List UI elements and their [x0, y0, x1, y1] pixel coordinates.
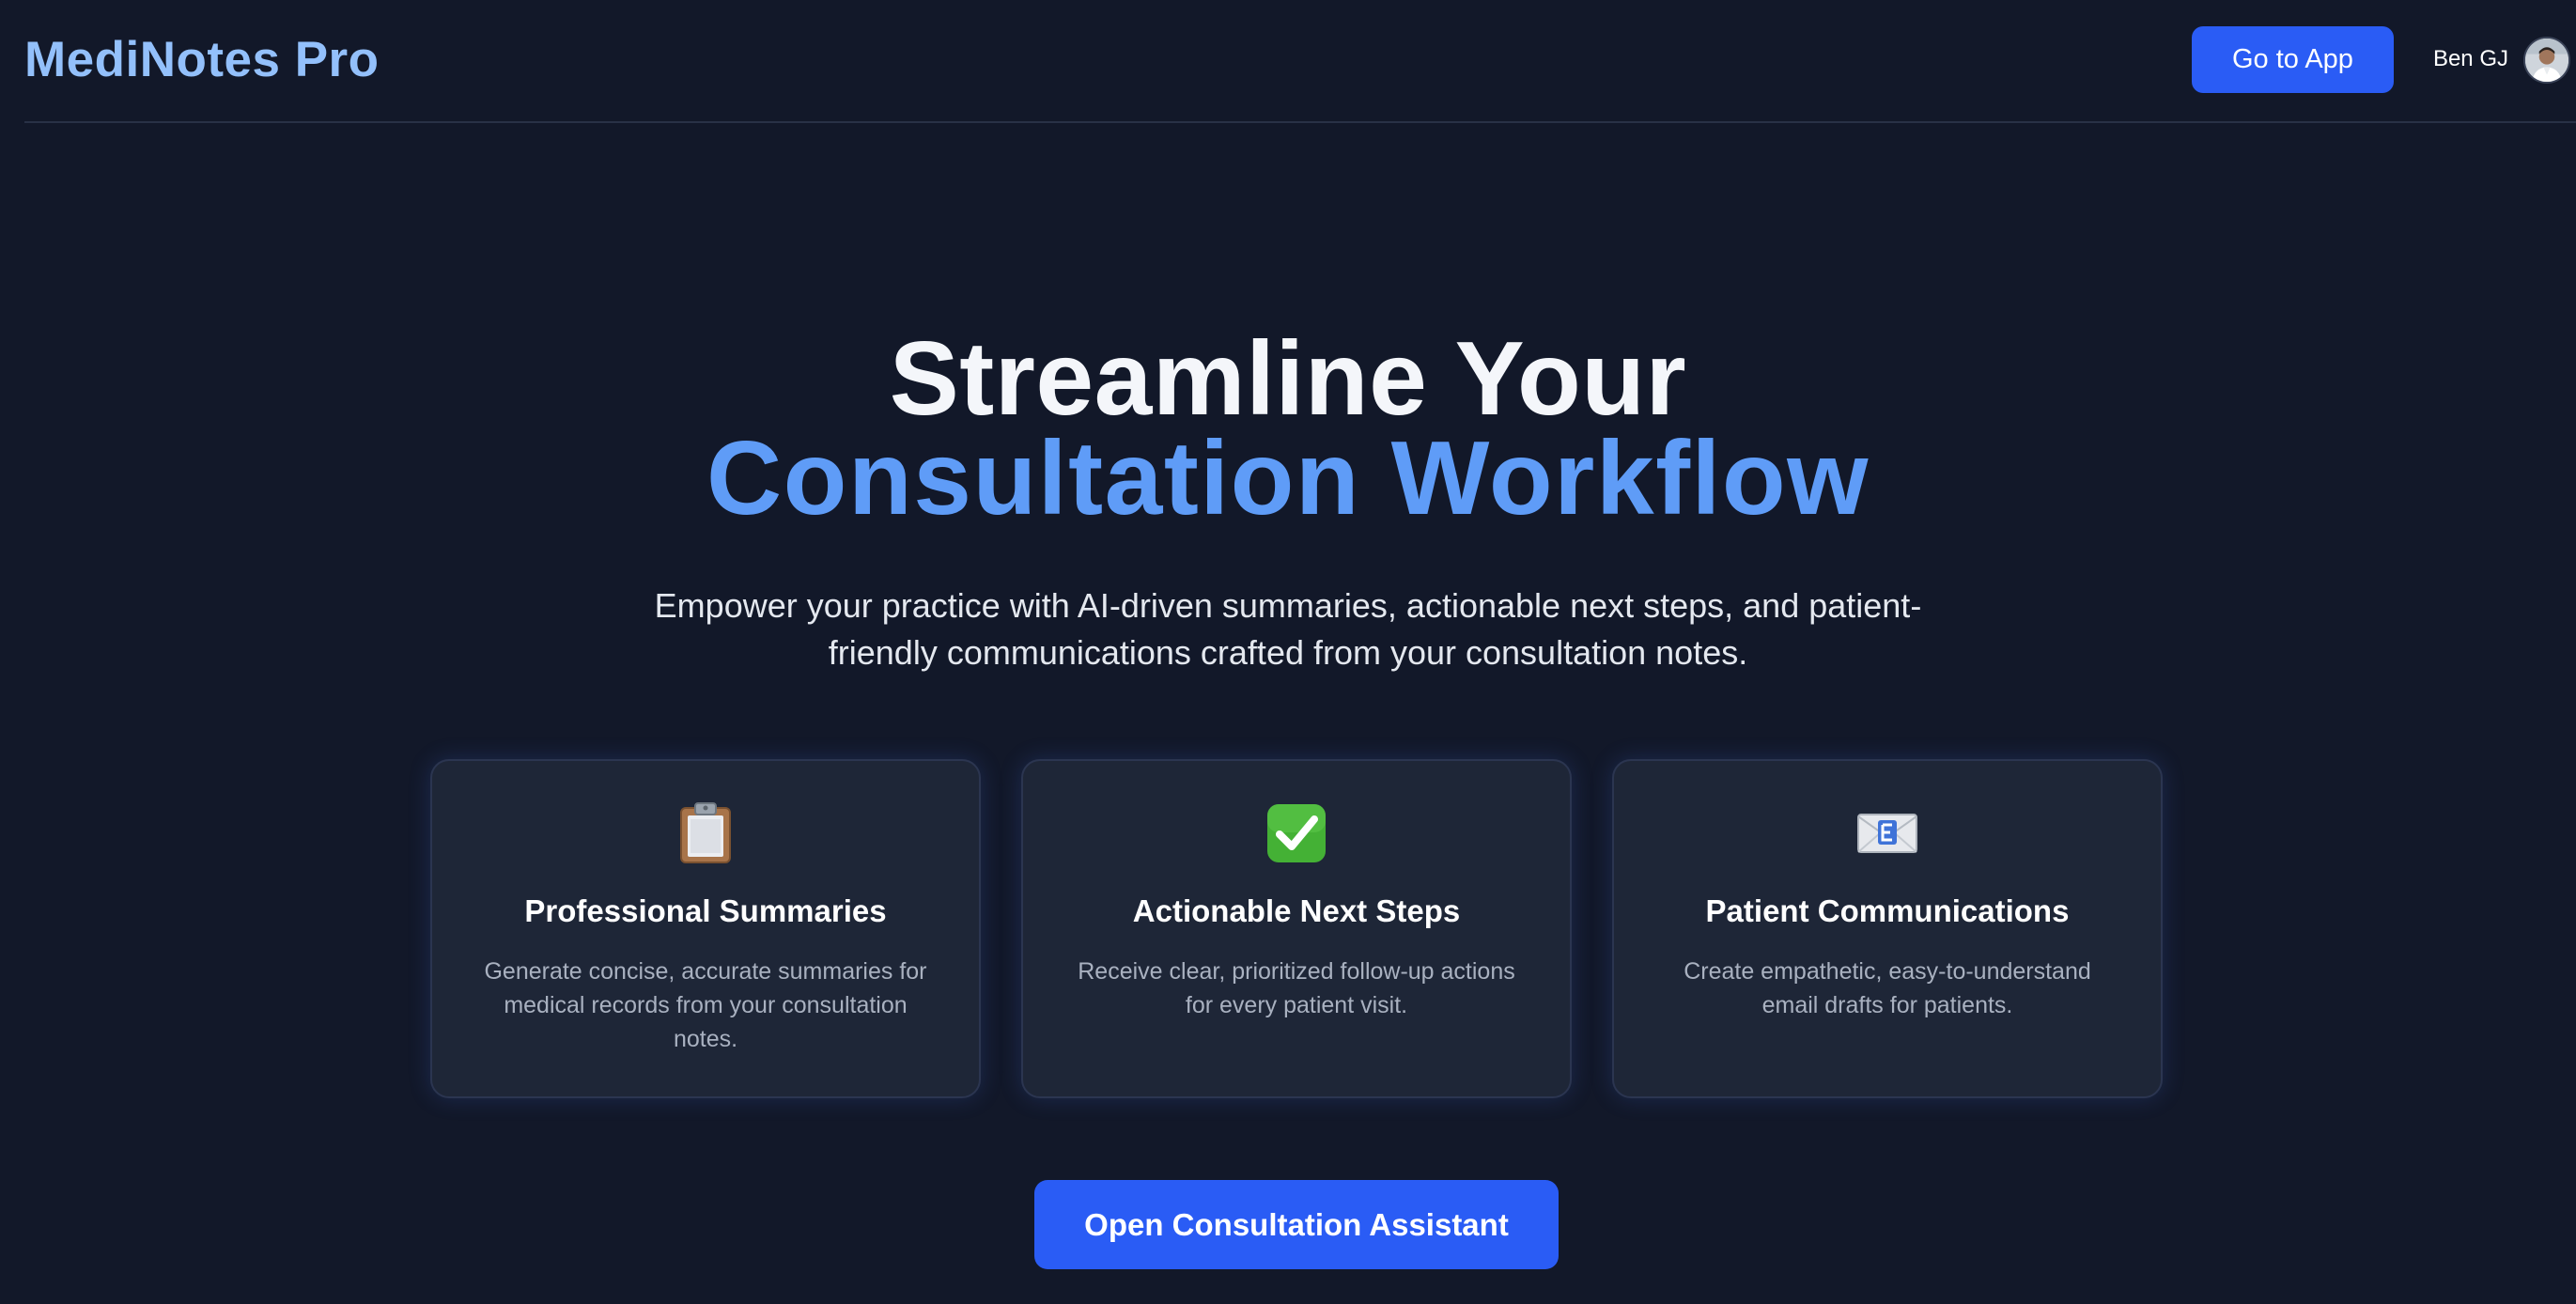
- header-actions: Go to App Ben GJ: [2191, 26, 2576, 93]
- avatar-image: [2525, 38, 2568, 82]
- go-to-app-button[interactable]: Go to App: [2191, 26, 2394, 93]
- feature-description: Receive clear, prioritized follow-up act…: [1078, 958, 1515, 1018]
- feature-card-summaries: Professional Summaries Generate concise,…: [430, 759, 981, 1098]
- feature-description: Create empathetic, easy-to-understand em…: [1684, 958, 2091, 1018]
- feature-title: Actionable Next Steps: [1132, 893, 1461, 928]
- user-name: Ben GJ: [2432, 45, 2508, 71]
- hero-subtitle-line1: Empower your practice with AI-driven sum…: [654, 586, 1922, 625]
- hero-title-line1: Streamline Your: [889, 320, 1687, 437]
- hero-subtitle: Empower your practice with AI-driven sum…: [0, 582, 2576, 676]
- feature-description: Generate concise, accurate summaries for…: [484, 958, 927, 1052]
- hero-title-line2: Consultation Workflow: [706, 420, 1870, 536]
- feature-title: Professional Summaries: [524, 893, 887, 928]
- email-icon: [1856, 802, 1918, 864]
- feature-title: Patient Communications: [1705, 893, 2070, 928]
- brand-logo[interactable]: MediNotes Pro: [24, 31, 380, 88]
- hero-subtitle-line2: friendly communications crafted from you…: [828, 633, 1748, 672]
- check-mark-icon: [1265, 802, 1327, 864]
- hero-heading: Streamline Your Consultation Workflow: [0, 320, 2576, 536]
- top-header: MediNotes Pro Go to App Ben GJ: [24, 0, 2576, 123]
- open-consultation-assistant-button[interactable]: Open Consultation Assistant: [1034, 1180, 1559, 1269]
- feature-card-communications: Patient Communications Create empathetic…: [1612, 759, 2163, 1098]
- clipboard-icon: [675, 802, 737, 864]
- user-avatar[interactable]: [2523, 36, 2570, 84]
- landing-page: MediNotes Pro Go to App Ben GJ Streamlin…: [0, 0, 2576, 1304]
- feature-card-next-steps: Actionable Next Steps Receive clear, pri…: [1021, 759, 1572, 1098]
- feature-cards: Professional Summaries Generate concise,…: [430, 759, 2163, 1098]
